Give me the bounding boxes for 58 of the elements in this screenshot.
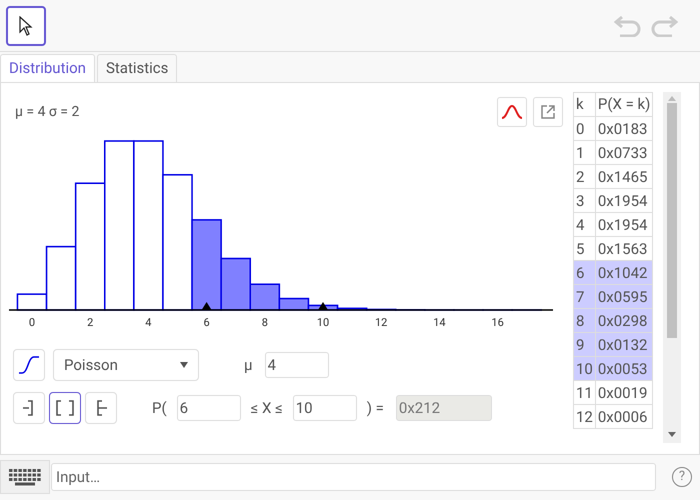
scrollbar-thumb[interactable] <box>667 103 678 338</box>
cursor-icon <box>19 16 33 36</box>
right-bracket-icon <box>23 400 35 416</box>
distribution-dropdown[interactable]: Poisson <box>53 349 199 381</box>
equals-text: ) = <box>366 398 384 419</box>
upper-bound-field[interactable]: 10 <box>292 395 357 421</box>
move-tool-button[interactable] <box>6 6 46 46</box>
table-row[interactable]: 1 0x0733 <box>574 140 653 164</box>
tab[interactable]: Statistics <box>96 54 178 82</box>
axis-tick-label: 10 <box>316 316 330 329</box>
input-field[interactable]: Input… <box>51 463 656 491</box>
keyboard-icon <box>8 468 42 486</box>
table-cell: 12 <box>574 404 596 428</box>
table-row[interactable]: 7 0x0595 <box>574 284 653 308</box>
mean-deviation-text: μ = 4 σ = 2 <box>15 102 80 122</box>
axis-tick-label: 6 <box>204 316 210 329</box>
table-row[interactable]: 2 0x1465 <box>574 164 653 188</box>
bound-marker[interactable] <box>202 302 212 310</box>
table-row[interactable]: 6 0x1042 <box>574 260 653 284</box>
table-row[interactable]: 5 0x1563 <box>574 236 653 260</box>
export-button[interactable] <box>533 97 563 127</box>
normal-overlay-button[interactable] <box>497 97 527 127</box>
table-cell: 0x0006 <box>595 404 653 428</box>
table-row[interactable]: 8 0x0298 <box>574 308 653 332</box>
axis-tick-label: 2 <box>87 316 94 329</box>
table-row[interactable]: 3 0x1954 <box>574 188 653 212</box>
keyboard-button[interactable] <box>0 460 50 494</box>
column-header: k <box>574 92 596 116</box>
table-row[interactable]: 11 0x0019 <box>574 380 653 404</box>
bound-marker[interactable] <box>318 302 328 310</box>
mean-field[interactable]: 4 <box>264 352 329 378</box>
left-bracket-icon <box>95 400 107 416</box>
axis-tick-label: 16 <box>491 316 504 329</box>
table-row[interactable]: 9 0x0132 <box>574 332 653 356</box>
interval-mode-button[interactable] <box>49 392 81 424</box>
brackets-icon <box>55 400 75 416</box>
table-row[interactable]: 0 0x0183 <box>574 116 653 140</box>
table-row[interactable]: 4 0x1954 <box>574 212 653 236</box>
mean-label: μ <box>244 354 253 376</box>
axis-tick-label: 4 <box>145 316 152 329</box>
scrollbar[interactable] <box>663 92 682 443</box>
export-icon <box>540 104 556 120</box>
axis-tick-label: 14 <box>433 316 446 329</box>
inequality-text: ≤ X ≤ <box>250 398 283 419</box>
lower-bound-field[interactable]: 6 <box>176 395 241 421</box>
table-row[interactable]: 10 0x0053 <box>574 356 653 380</box>
tab[interactable]: Distribution <box>0 54 95 82</box>
cumulative-button[interactable] <box>13 349 45 381</box>
result-field[interactable]: 0x212 <box>396 395 492 421</box>
table-row[interactable]: 12 0x0006 <box>574 404 653 428</box>
scroll-down-icon[interactable] <box>668 432 676 437</box>
axis-tick-label: 8 <box>262 316 268 329</box>
probability-label: P( <box>152 398 167 419</box>
s-curve-icon <box>18 356 40 374</box>
bell-curve-icon <box>501 105 523 119</box>
dropdown-arrow-icon <box>180 362 188 368</box>
axis-tick-label: 12 <box>375 316 388 329</box>
axis-tick-label: 0 <box>28 316 36 329</box>
